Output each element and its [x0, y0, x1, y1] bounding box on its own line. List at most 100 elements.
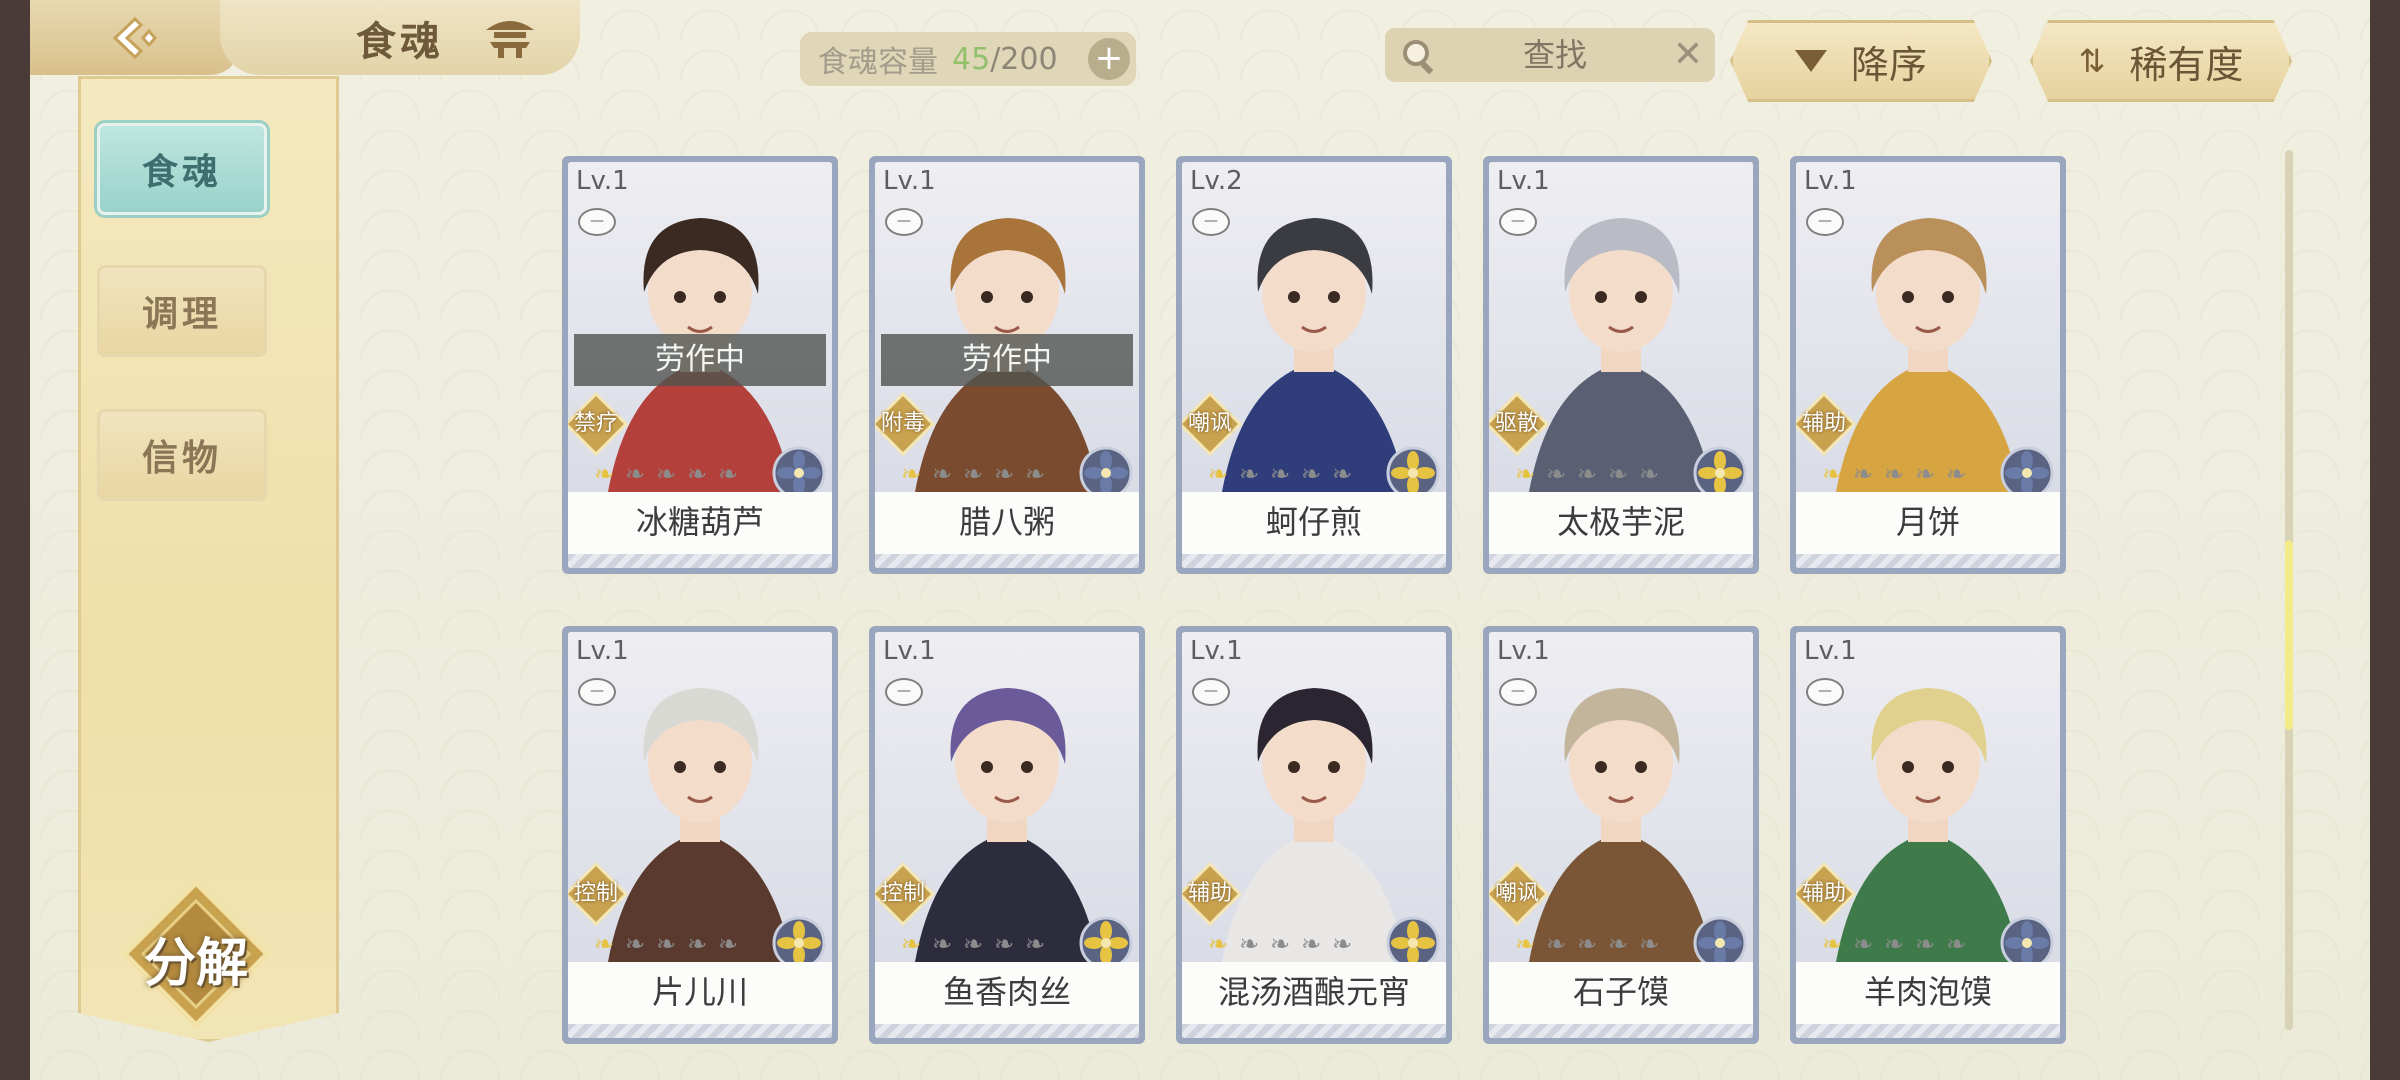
food-soul-card[interactable]: Lv.1 — 劳作中 附毒 ❧ ❧ ❧ ❧ ❧ 腊八粥: [869, 156, 1145, 574]
card-footer-pattern: [875, 554, 1139, 568]
add-capacity-button[interactable]: +: [1088, 38, 1130, 80]
food-soul-card[interactable]: Lv.1 — 辅助 ❧ ❧ ❧ ❧ ❧: [1176, 626, 1452, 1044]
flame-star-icon: ❧: [900, 930, 922, 958]
capacity-max: /200: [990, 41, 1058, 77]
scrollbar-thumb[interactable]: [2285, 540, 2293, 730]
flame-star-icon: ❧: [1024, 930, 1046, 958]
star-rating: ❧ ❧ ❧ ❧ ❧: [590, 932, 742, 956]
card-body: Lv.1 — 控制 ❧ ❧ ❧ ❧ ❧: [568, 632, 832, 1038]
flame-star-icon: ❧: [1024, 460, 1046, 488]
sort-order-button[interactable]: 降序: [1730, 20, 1992, 102]
flame-star-icon: ❧: [1269, 930, 1291, 958]
star-rating: ❧ ❧ ❧ ❧ ❧: [590, 462, 742, 486]
flame-star-icon: ❧: [1331, 460, 1353, 488]
flame-star-icon: ❧: [1607, 930, 1629, 958]
level-label: Lv.1: [883, 636, 936, 666]
capacity-display: 食魂容量 45 /200 +: [800, 32, 1136, 86]
star-rating: ❧ ❧ ❧ ❧ ❧: [1511, 932, 1663, 956]
food-soul-card[interactable]: Lv.2 — 嘲讽 ❧ ❧ ❧ ❧ ❧ 蚵仔煎: [1176, 156, 1452, 574]
food-soul-card[interactable]: Lv.1 — 驱散 ❧ ❧ ❧ ❧ ❧ 太极芋泥: [1483, 156, 1759, 574]
character-portrait: Lv.1 — 控制 ❧ ❧ ❧ ❧ ❧: [875, 632, 1139, 970]
evolution-badge-icon: —: [885, 208, 923, 236]
card-body: Lv.1 — 辅助 ❧ ❧ ❧ ❧ ❧: [1796, 162, 2060, 568]
decompose-button[interactable]: 分解: [121, 879, 271, 1029]
level-label: Lv.1: [883, 166, 936, 196]
card-body: Lv.1 — 劳作中 附毒 ❧ ❧ ❧ ❧ ❧ 腊八粥: [875, 162, 1139, 568]
role-badge: 辅助: [1796, 391, 1857, 457]
back-arrow-icon: [112, 16, 157, 59]
level-label: Lv.1: [576, 636, 629, 666]
card-footer-pattern: [1182, 1024, 1446, 1038]
role-label: 禁疗: [573, 411, 618, 436]
role-badge: 辅助: [1182, 861, 1243, 927]
role-badge: 驱散: [1489, 391, 1550, 457]
decompose-label: 分解: [143, 934, 248, 994]
flame-star-icon: ❧: [1331, 930, 1353, 958]
flame-star-icon: ❧: [931, 930, 953, 958]
card-footer-pattern: [568, 554, 832, 568]
role-label: 嘲讽: [1494, 881, 1539, 906]
sidebar-item-tokens[interactable]: 信物: [97, 409, 267, 501]
food-soul-card[interactable]: Lv.1 — 辅助 ❧ ❧ ❧ ❧ ❧: [1790, 626, 2066, 1044]
role-label: 嘲讽: [1187, 411, 1232, 436]
search-input[interactable]: 查找 ✕: [1385, 28, 1715, 82]
flame-star-icon: ❧: [1300, 460, 1322, 488]
card-body: Lv.1 — 嘲讽 ❧ ❧ ❧ ❧ ❧ 石子馍: [1489, 632, 1753, 1038]
star-rating: ❧ ❧ ❧ ❧ ❧: [1511, 462, 1663, 486]
rarity-filter-button[interactable]: ⇅ 稀有度: [2030, 20, 2292, 102]
role-badge: 嘲讽: [1489, 861, 1550, 927]
evolution-badge-icon: —: [1806, 208, 1844, 236]
food-soul-card[interactable]: Lv.1 — 控制 ❧ ❧ ❧ ❧ ❧: [869, 626, 1145, 1044]
flame-star-icon: ❧: [1883, 460, 1905, 488]
food-soul-card[interactable]: Lv.1 — 嘲讽 ❧ ❧ ❧ ❧ ❧ 石子馍: [1483, 626, 1759, 1044]
flame-star-icon: ❧: [624, 460, 646, 488]
character-portrait: Lv.2 — 嘲讽 ❧ ❧ ❧ ❧ ❧: [1182, 162, 1446, 500]
role-badge: 嘲讽: [1182, 391, 1243, 457]
role-badge: 辅助: [1796, 861, 1857, 927]
food-soul-card[interactable]: Lv.1 — 劳作中 禁疗 ❧ ❧ ❧ ❧ ❧ 冰糖葫芦: [562, 156, 838, 574]
sidebar: 食魂 调理 信物 分解: [78, 76, 339, 1042]
sidebar-item-food-souls[interactable]: 食魂: [97, 123, 267, 215]
role-label: 控制: [573, 881, 618, 906]
role-label: 驱散: [1494, 411, 1539, 436]
flame-star-icon: ❧: [900, 460, 922, 488]
flame-star-icon: ❧: [1269, 460, 1291, 488]
role-label: 附毒: [880, 411, 925, 436]
character-portrait: Lv.1 — 辅助 ❧ ❧ ❧ ❧ ❧: [1796, 632, 2060, 970]
evolution-badge-icon: —: [1806, 678, 1844, 706]
role-label: 辅助: [1187, 881, 1232, 906]
character-portrait: Lv.1 — 嘲讽 ❧ ❧ ❧ ❧ ❧: [1489, 632, 1753, 970]
flame-star-icon: ❧: [1514, 460, 1536, 488]
sidebar-item-cooking[interactable]: 调理: [97, 265, 267, 357]
character-portrait: Lv.1 — 驱散 ❧ ❧ ❧ ❧ ❧: [1489, 162, 1753, 500]
card-body: Lv.1 — 辅助 ❧ ❧ ❧ ❧ ❧: [1182, 632, 1446, 1038]
card-footer-pattern: [1489, 554, 1753, 568]
pagoda-icon[interactable]: [480, 12, 540, 62]
flame-star-icon: ❧: [1821, 460, 1843, 488]
card-body: Lv.2 — 嘲讽 ❧ ❧ ❧ ❧ ❧ 蚵仔煎: [1182, 162, 1446, 568]
star-rating: ❧ ❧ ❧ ❧ ❧: [897, 462, 1049, 486]
card-body: Lv.1 — 控制 ❧ ❧ ❧ ❧ ❧: [875, 632, 1139, 1038]
flame-star-icon: ❧: [593, 930, 615, 958]
back-button[interactable]: [30, 0, 240, 75]
evolution-badge-icon: —: [1192, 208, 1230, 236]
flame-star-icon: ❧: [1852, 930, 1874, 958]
flame-star-icon: ❧: [993, 930, 1015, 958]
flame-star-icon: ❧: [1607, 460, 1629, 488]
capacity-label: 食魂容量: [818, 45, 938, 80]
clear-icon[interactable]: ✕: [1673, 28, 1703, 82]
role-badge: 控制: [568, 861, 629, 927]
role-label: 辅助: [1801, 881, 1846, 906]
flame-star-icon: ❧: [1945, 460, 1967, 488]
flame-star-icon: ❧: [1576, 930, 1598, 958]
flame-star-icon: ❧: [1638, 460, 1660, 488]
food-soul-card[interactable]: Lv.1 — 控制 ❧ ❧ ❧ ❧ ❧: [562, 626, 838, 1044]
star-rating: ❧ ❧ ❧ ❧ ❧: [1204, 932, 1356, 956]
food-soul-card[interactable]: Lv.1 — 辅助 ❧ ❧ ❧ ❧ ❧: [1790, 156, 2066, 574]
flame-star-icon: ❧: [1545, 460, 1567, 488]
evolution-badge-icon: —: [1192, 678, 1230, 706]
level-label: Lv.1: [1804, 636, 1857, 666]
character-portrait: Lv.1 — 劳作中 禁疗 ❧ ❧ ❧ ❧ ❧: [568, 162, 832, 500]
star-rating: ❧ ❧ ❧ ❧ ❧: [1818, 462, 1970, 486]
flame-star-icon: ❧: [962, 930, 984, 958]
